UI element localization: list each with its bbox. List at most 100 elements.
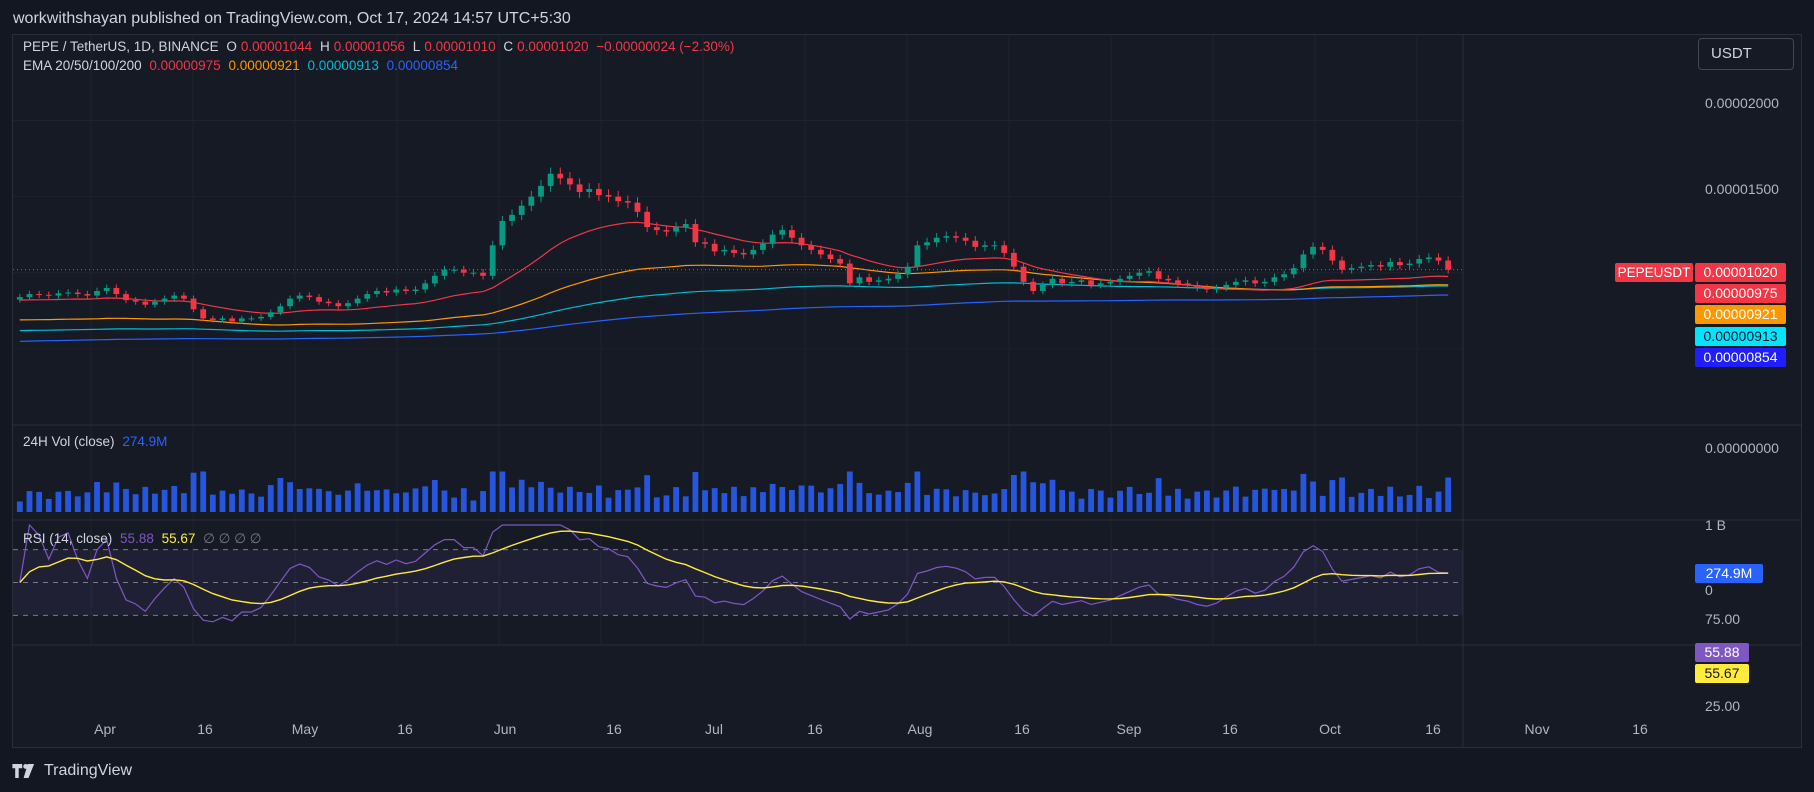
candle-body — [55, 293, 62, 296]
volume-bar — [1368, 488, 1374, 512]
candle-body — [1175, 280, 1181, 284]
candle-body — [509, 214, 515, 221]
volume-bar — [1175, 488, 1181, 512]
candle-body — [287, 298, 293, 307]
candle-body — [682, 224, 689, 228]
volume-bar — [1146, 492, 1152, 512]
volume-bar — [1068, 491, 1075, 512]
volume-bar — [335, 494, 342, 512]
candle-body — [1271, 277, 1278, 282]
candle-body — [1310, 246, 1316, 255]
tradingview-brand: TradingView — [44, 762, 133, 779]
volume-bar — [287, 482, 293, 512]
candle-body — [924, 242, 930, 246]
candle-body — [875, 280, 882, 282]
symbol-title[interactable]: PEPE / TetherUS, 1D, BINANCE — [23, 39, 219, 54]
volume-bar — [431, 479, 438, 512]
candle-body — [258, 316, 264, 319]
candle-body — [731, 249, 737, 253]
volume-bar — [1358, 492, 1365, 512]
candle-body — [1117, 278, 1123, 282]
volume-bar — [354, 483, 361, 512]
candle-body — [74, 292, 81, 295]
candle-body — [248, 318, 255, 320]
candle-body — [1088, 280, 1094, 285]
volume-bar — [567, 486, 573, 512]
candle-body — [846, 263, 853, 284]
close-value: 0.00001020 — [517, 39, 589, 54]
candle-body — [663, 230, 670, 232]
candle-body — [1126, 275, 1133, 279]
chart-area[interactable]: PEPE / TetherUS, 1D, BINANCE O 0.00001044… — [12, 34, 1802, 748]
volume-bar — [45, 498, 52, 512]
candle-body — [518, 205, 525, 215]
volume-label[interactable]: 24H Vol (close) — [23, 434, 115, 449]
volume-bar — [615, 490, 622, 512]
candle-body — [1252, 280, 1259, 284]
rsi-tag: 55.88 — [1695, 643, 1749, 662]
candle-body — [721, 249, 728, 252]
time-axis-label: 16 — [1014, 721, 1030, 737]
volume-bar — [904, 482, 911, 512]
change-value: −0.00000024 (−2.30%) — [596, 39, 735, 54]
high-key: H — [319, 39, 330, 54]
low-value: 0.00001010 — [424, 39, 496, 54]
volume-bar — [489, 471, 496, 512]
rsi-axis-label: 75.00 — [1705, 611, 1741, 627]
candle-body — [45, 294, 52, 296]
time-axis-label: 16 — [1632, 721, 1648, 737]
volume-bar — [171, 485, 178, 512]
volume-bar — [499, 471, 506, 512]
candle-body — [750, 249, 757, 255]
volume-bar — [1416, 485, 1423, 512]
candle-body — [827, 254, 834, 260]
volume-bar — [1339, 477, 1345, 512]
volume-bar — [26, 491, 33, 512]
volume-bar — [702, 490, 708, 512]
chart-canvas[interactable] — [13, 35, 1801, 747]
ema100-value: 0.00000913 — [307, 58, 379, 73]
ema-legend: EMA 20/50/100/200 0.00000975 0.00000921 … — [23, 58, 462, 73]
volume-bar — [1300, 473, 1307, 512]
candle-body — [837, 259, 844, 264]
candle-body — [1387, 262, 1394, 267]
candle-body — [866, 277, 873, 282]
candle-body — [325, 301, 332, 304]
volume-bar — [1155, 478, 1162, 512]
currency-button[interactable]: USDT — [1698, 38, 1794, 70]
ohlc-legend: PEPE / TetherUS, 1D, BINANCE O 0.00001044… — [23, 39, 738, 54]
candle-body — [817, 249, 824, 255]
volume-bar — [219, 490, 226, 512]
ema-line — [19, 282, 1449, 332]
tradingview-footer[interactable]: TradingView — [12, 758, 132, 784]
volume-bar — [721, 493, 728, 512]
rsi-label[interactable]: RSI (14, close) — [23, 531, 112, 546]
volume-bar — [634, 487, 641, 512]
time-axis-label: Oct — [1319, 721, 1341, 737]
volume-bar — [605, 497, 612, 512]
candle-body — [1001, 245, 1008, 253]
ema-label[interactable]: EMA 20/50/100/200 — [23, 58, 142, 73]
volume-bar — [1348, 496, 1355, 512]
candle-body — [1261, 281, 1268, 284]
volume-axis-label: 1 B — [1705, 517, 1727, 533]
candle-body — [1339, 260, 1345, 270]
volume-bar — [1252, 489, 1259, 512]
candle-body — [84, 294, 91, 296]
candle-body — [1416, 259, 1423, 264]
candle-body — [1397, 262, 1403, 266]
volume-bar — [1010, 474, 1017, 512]
publish-info: workwithshayan published on TradingView.… — [13, 10, 571, 27]
volume-bar — [364, 490, 371, 512]
volume-bar — [1039, 483, 1046, 512]
volume-bar — [547, 487, 554, 512]
volume-value: 274.9M — [122, 434, 168, 449]
volume-bar — [296, 488, 303, 512]
time-axis-label: Jul — [705, 721, 723, 737]
ema100-tag: 0.00000913 — [1695, 327, 1786, 346]
candle-body — [982, 245, 988, 247]
candle-body — [673, 227, 679, 232]
volume-bar — [924, 494, 930, 512]
volume-bar — [180, 493, 187, 512]
time-axis-label: Apr — [94, 721, 116, 737]
